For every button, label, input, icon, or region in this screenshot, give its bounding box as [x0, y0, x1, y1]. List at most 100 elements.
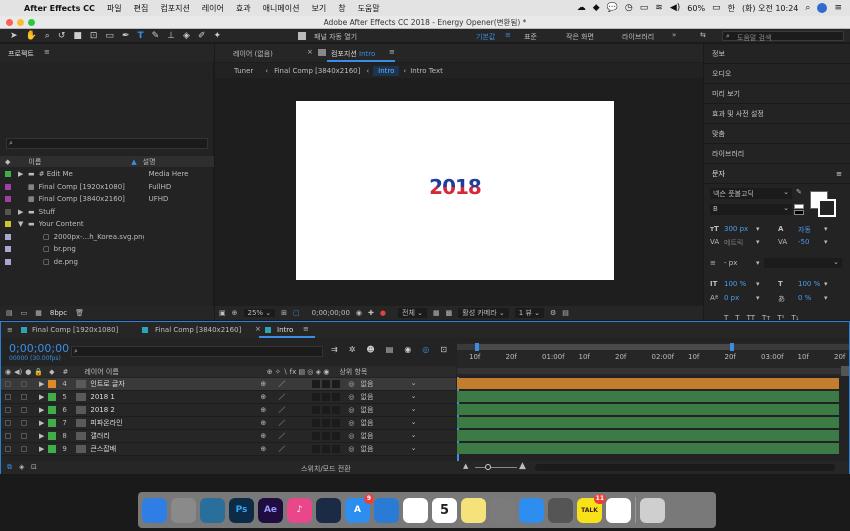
- pick-whip-icon[interactable]: ◎: [348, 432, 354, 440]
- rectangle-tool-icon[interactable]: ▭: [105, 31, 114, 41]
- video-visibility-icon[interactable]: ◉: [5, 368, 11, 376]
- layer-label-swatch[interactable]: [48, 445, 57, 453]
- zoom-dropdown[interactable]: 25% ⌄: [243, 309, 276, 317]
- timeline-scrollbar[interactable]: [535, 464, 835, 471]
- workspace-libraries[interactable]: 라이브러리: [622, 32, 654, 42]
- status-icon-chat[interactable]: 💬: [607, 3, 618, 13]
- layer-duration-bar[interactable]: [457, 404, 839, 415]
- 3d-switch[interactable]: [332, 419, 341, 427]
- dock-after-effects-icon[interactable]: Ae: [258, 497, 283, 523]
- tsume-value[interactable]: 0 %: [798, 294, 811, 302]
- dock-safari-icon[interactable]: [519, 497, 544, 523]
- dock-numbers-icon[interactable]: [403, 497, 428, 523]
- motion-blur-switch[interactable]: [312, 380, 321, 388]
- parent-dropdown[interactable]: 없음 ⌄: [361, 379, 417, 389]
- transparency-grid-icon[interactable]: ▩: [446, 309, 453, 317]
- close-tab-icon[interactable]: ×: [255, 325, 261, 333]
- timeline-search-input[interactable]: ⌕: [71, 346, 323, 357]
- menu-edit[interactable]: 편집: [134, 3, 149, 14]
- layer-row[interactable]: ▶ 9 큰스잡배 ⊕ ／ ◎ 없음 ⌄: [1, 443, 456, 456]
- layer-duration-bar[interactable]: [457, 391, 839, 402]
- expand-triangle-icon[interactable]: ▶: [18, 170, 24, 178]
- dock-photoshop-icon[interactable]: Ps: [229, 497, 254, 523]
- menubar-clock[interactable]: (화) 오전 10:24: [742, 3, 798, 14]
- layer-duration-bar[interactable]: [457, 430, 839, 441]
- shy-layers-icon[interactable]: ☻: [366, 345, 374, 354]
- 3d-switch[interactable]: [332, 445, 341, 453]
- volume-icon[interactable]: ◀): [670, 3, 680, 13]
- close-tab-icon[interactable]: ≡: [7, 326, 13, 334]
- solo-toggle[interactable]: [21, 420, 27, 426]
- status-icon-cloud[interactable]: ☁: [577, 3, 586, 13]
- draft-3d-icon[interactable]: ✲: [349, 345, 356, 354]
- pick-whip-icon[interactable]: ◎: [348, 393, 354, 401]
- dock-keynote-icon[interactable]: [374, 497, 399, 523]
- adjustment-switch[interactable]: [322, 380, 331, 388]
- composition-canvas[interactable]: 2018: [296, 101, 614, 280]
- work-area-end-handle[interactable]: [730, 343, 734, 351]
- show-snapshot-icon[interactable]: ✚: [368, 309, 374, 317]
- label-color-swatch[interactable]: [5, 208, 11, 215]
- layer-duration-bar[interactable]: [457, 417, 839, 428]
- quality-switch-icon[interactable]: ／: [278, 418, 292, 428]
- menu-window[interactable]: 창: [338, 3, 345, 14]
- status-icon-shield[interactable]: ◆: [593, 3, 600, 13]
- frame-blending-icon[interactable]: ▤: [386, 345, 394, 354]
- align-panel-tab[interactable]: 맞춤: [704, 124, 850, 144]
- character-title[interactable]: 문자: [712, 169, 725, 179]
- 3d-switch[interactable]: [332, 406, 341, 414]
- lock-icon[interactable]: [318, 49, 326, 56]
- label-color-swatch[interactable]: [5, 183, 11, 190]
- expand-triangle-icon[interactable]: ▶: [39, 445, 44, 453]
- layer-label-swatch[interactable]: [48, 419, 57, 427]
- visibility-toggle[interactable]: [5, 433, 11, 439]
- puppet-pin-tool-icon[interactable]: ✦: [213, 31, 221, 41]
- viewer-panel-menu-icon[interactable]: ≡: [389, 48, 395, 56]
- trash-icon[interactable]: 🗑: [75, 309, 84, 317]
- dock-finder-icon[interactable]: [142, 497, 167, 523]
- font-size-value[interactable]: 300 px: [724, 225, 748, 233]
- shy-switch-icon[interactable]: ⊕: [260, 380, 278, 388]
- motion-blur-switch[interactable]: [312, 432, 321, 440]
- label-color-swatch[interactable]: [5, 258, 11, 265]
- layer-row[interactable]: ▶ 5 2018 1 ⊕ ／ ◎ 없음 ⌄: [1, 391, 456, 404]
- menu-file[interactable]: 파일: [107, 3, 122, 14]
- rotate-tool-icon[interactable]: ↺: [58, 31, 66, 41]
- graph-editor-toggle-icon[interactable]: ⊡: [440, 345, 447, 354]
- canvas-2018-text[interactable]: 2018: [296, 175, 614, 199]
- spotlight-icon[interactable]: ⌕: [805, 3, 810, 13]
- layer-label-swatch[interactable]: [48, 406, 57, 414]
- project-item[interactable]: ▼ ▬ Your Content: [0, 218, 214, 231]
- project-item[interactable]: ▶ ▬ Stuff: [0, 206, 214, 219]
- expand-triangle-icon[interactable]: ▶: [39, 380, 44, 388]
- menu-layer[interactable]: 레이어: [202, 3, 224, 14]
- layer-name[interactable]: 피파온라인: [90, 418, 260, 428]
- battery-icon[interactable]: ▭: [712, 3, 721, 13]
- vertical-scale-value[interactable]: 100 %: [724, 280, 746, 288]
- project-item[interactable]: ▢ 2000px-...h_Korea.svg.png: [0, 231, 214, 244]
- zoom-out-icon[interactable]: ▲: [463, 462, 468, 470]
- selection-tool-icon[interactable]: ➤: [10, 31, 18, 41]
- expand-triangle-icon[interactable]: ▶: [39, 393, 44, 401]
- 3d-switch[interactable]: [332, 432, 341, 440]
- info-panel-tab[interactable]: 정보: [704, 44, 850, 64]
- dock-notes-icon[interactable]: [461, 497, 486, 523]
- toggle-switches-modes-button[interactable]: 스위치/모드 전환: [301, 464, 351, 474]
- comp-viewer-tab[interactable]: 컴포지션 Intro: [331, 49, 375, 59]
- type-tool-icon[interactable]: T: [137, 31, 143, 41]
- project-search-input[interactable]: ⌕: [6, 138, 208, 149]
- shy-switch-icon[interactable]: ⊕: [260, 419, 278, 427]
- solo-toggle[interactable]: [21, 381, 27, 387]
- pen-tool-icon[interactable]: ✒: [122, 31, 130, 41]
- project-item[interactable]: ▦ Final Comp [3840x2160] UFHD: [0, 193, 214, 206]
- chevron-down-icon[interactable]: ▾: [824, 294, 828, 302]
- layer-name[interactable]: 갤러리: [90, 431, 260, 441]
- fill-white-swatch[interactable]: [794, 204, 804, 209]
- breadcrumb-final-comp[interactable]: Final Comp [3840x2160]: [274, 67, 360, 75]
- timeline-tab-intro[interactable]: Intro: [277, 326, 293, 334]
- menu-help[interactable]: 도움말: [358, 3, 380, 14]
- layer-row[interactable]: ▶ 6 2018 2 ⊕ ／ ◎ 없음 ⌄: [1, 404, 456, 417]
- solo-toggle[interactable]: [21, 407, 27, 413]
- auto-open-checkbox[interactable]: [298, 32, 306, 40]
- siri-icon[interactable]: [817, 3, 828, 13]
